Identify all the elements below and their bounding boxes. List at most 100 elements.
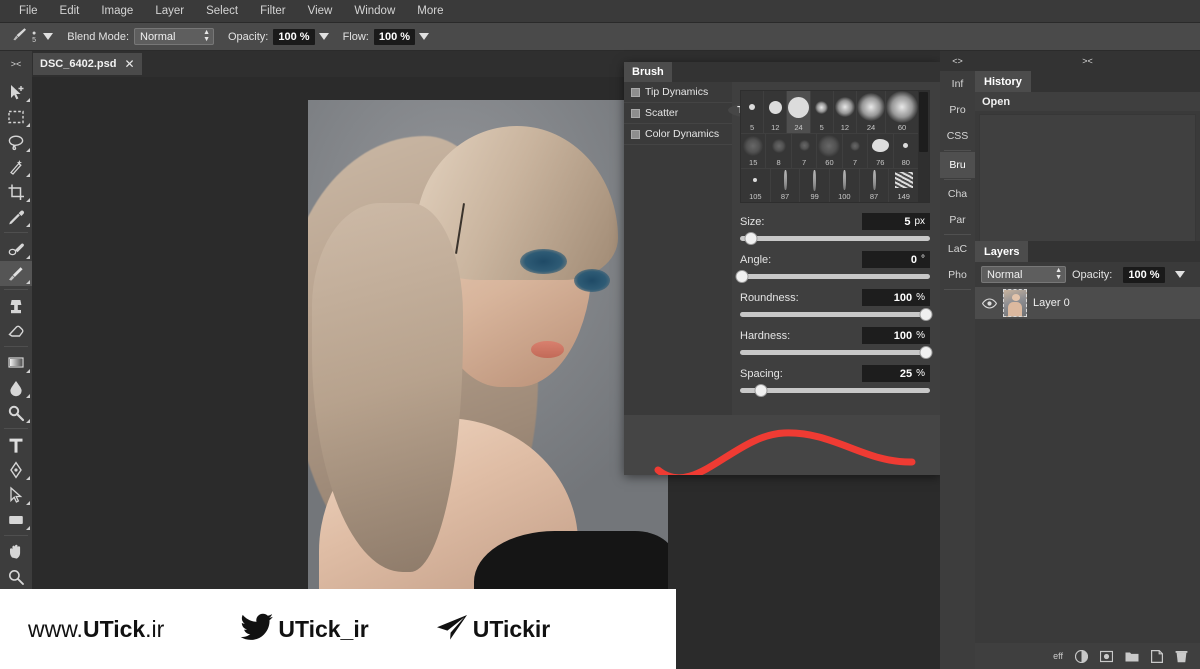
menu-item-window[interactable]: Window	[343, 2, 406, 20]
rail-tab-pho[interactable]: Pho	[940, 262, 975, 288]
tab-layers[interactable]: Layers	[975, 241, 1029, 262]
flow-chevron-down-icon[interactable]	[419, 33, 430, 40]
brush-preset-87-2-4[interactable]: 87	[860, 168, 890, 202]
brush-preset-12-0-1[interactable]: 12	[764, 91, 788, 133]
tab-brush[interactable]: Brush	[624, 62, 672, 82]
eye-icon[interactable]	[981, 297, 997, 309]
menu-item-layer[interactable]: Layer	[144, 2, 195, 20]
magic-wand-tool[interactable]	[0, 154, 32, 179]
brush-section-color-dynamics[interactable]: Color Dynamics	[624, 124, 732, 145]
brush-preset-60-0-6[interactable]: 60	[886, 91, 919, 133]
close-icon[interactable]: ✕	[124, 58, 134, 70]
pen-tool[interactable]	[0, 457, 32, 482]
rail-tab-cha[interactable]: Cha	[940, 181, 975, 207]
slider-size-value-box[interactable]: 5 px	[862, 213, 930, 230]
slider-size-track[interactable]	[740, 232, 930, 245]
opacity-chevron-down-icon[interactable]	[318, 33, 329, 40]
slider-spacing-knob[interactable]	[754, 384, 768, 397]
layer-mask-icon[interactable]	[1100, 650, 1113, 663]
brush-preset-24-0-2[interactable]: 24	[787, 91, 811, 133]
brush-preset-87-2-1[interactable]: 87	[771, 168, 801, 202]
menu-item-filter[interactable]: Filter	[249, 2, 297, 20]
blur-tool[interactable]	[0, 375, 32, 400]
layer-opacity-value[interactable]: 100 %	[1123, 266, 1165, 283]
brush-preset-76-1-5[interactable]: 76	[868, 134, 894, 168]
brush-preset-grid[interactable]: 5 12 24 5 12 24 60 15 8 7 60 7 76 80 105 87 99 100 87 149	[741, 91, 919, 203]
brush-preset-7-1-2[interactable]: 7	[792, 134, 818, 168]
dock-collapse-button[interactable]: ><	[975, 51, 1200, 71]
scrollbar-thumb[interactable]	[919, 92, 928, 152]
slider-angle-knob[interactable]	[735, 270, 749, 283]
brush-preset-7-1-4[interactable]: 7	[843, 134, 869, 168]
delete-layer-icon[interactable]	[1175, 650, 1188, 663]
blend-mode-select[interactable]: Normal ▲ ▼	[134, 28, 214, 45]
rail-tab-lac[interactable]: LaC	[940, 236, 975, 262]
menu-item-image[interactable]: Image	[90, 2, 144, 20]
new-layer-icon[interactable]	[1151, 649, 1163, 663]
brush-preset-80-1-6[interactable]: 80	[894, 134, 918, 168]
menu-item-edit[interactable]: Edit	[49, 2, 91, 20]
slider-roundness-value-box[interactable]: 100%	[862, 289, 930, 306]
brush-preset-100-2-3[interactable]: 100	[830, 168, 860, 202]
document-canvas[interactable]	[308, 100, 668, 613]
brush-section-tip-dynamics[interactable]: Tip Dynamics	[624, 82, 732, 103]
slider-roundness-track[interactable]	[740, 308, 933, 321]
layer-row[interactable]: Layer 0	[975, 287, 1200, 319]
history-item[interactable]: Open	[975, 92, 1200, 111]
rail-tab-pro[interactable]: Pro	[940, 97, 975, 123]
rail-tab-css[interactable]: CSS	[940, 123, 975, 149]
path-selection-tool[interactable]	[0, 482, 32, 507]
brush-preset-105-2-0[interactable]: 105	[741, 168, 771, 202]
eraser-tool[interactable]	[0, 318, 32, 343]
new-group-icon[interactable]	[1125, 650, 1139, 662]
menu-item-more[interactable]: More	[406, 2, 454, 20]
menu-item-file[interactable]: File	[8, 2, 49, 20]
brush-preset-5-0-3[interactable]: 5	[811, 91, 834, 133]
brush-tool[interactable]	[0, 261, 32, 286]
slider-spacing-track[interactable]	[740, 384, 930, 397]
brush-grid-scrollbar[interactable]	[918, 91, 929, 202]
shape-tool[interactable]	[0, 507, 32, 532]
checkbox[interactable]	[631, 129, 640, 139]
left-panel-collapse-button[interactable]: ><	[0, 51, 32, 77]
rail-tab-par[interactable]: Par	[940, 207, 975, 233]
brush-preset-60-1-3[interactable]: 60	[817, 134, 843, 168]
slider-angle-value-box[interactable]: 0 °	[862, 251, 930, 268]
menu-item-view[interactable]: View	[297, 2, 344, 20]
chevron-down-icon[interactable]	[43, 33, 54, 40]
flow-value[interactable]: 100 %	[373, 28, 416, 45]
rail-tab-bru[interactable]: Bru	[940, 152, 975, 178]
type-tool[interactable]	[0, 432, 32, 457]
brush-preset-12-0-4[interactable]: 12	[834, 91, 858, 133]
brush-size-stepper[interactable]: ● 5	[32, 30, 54, 44]
dodge-tool[interactable]	[0, 400, 32, 425]
brush-preset-24-0-5[interactable]: 24	[857, 91, 887, 133]
slider-spacing-value-box[interactable]: 25%	[862, 365, 930, 382]
slider-hardness-value-box[interactable]: 100%	[862, 327, 930, 344]
zoom-tool[interactable]	[0, 564, 32, 589]
slider-angle-track[interactable]	[735, 270, 930, 283]
layer-opacity-chevron-down-icon[interactable]	[1174, 271, 1185, 278]
checkbox[interactable]	[631, 108, 640, 118]
eyedropper-tool[interactable]	[0, 204, 32, 229]
brush-preset-149-2-5[interactable]: 149	[889, 169, 918, 203]
healing-brush-tool[interactable]	[0, 236, 32, 261]
crop-tool[interactable]	[0, 179, 32, 204]
brush-preset-15-1-0[interactable]: 15	[741, 134, 767, 168]
fx-icon[interactable]: eff	[1053, 651, 1063, 661]
rail-tab-inf[interactable]: Inf	[940, 71, 975, 97]
slider-hardness-knob[interactable]	[919, 346, 933, 359]
gradient-tool[interactable]	[0, 350, 32, 375]
dock-rail-expand-button[interactable]: <>	[940, 51, 975, 71]
lasso-tool[interactable]	[0, 129, 32, 154]
clone-stamp-tool[interactable]	[0, 293, 32, 318]
adjustment-layer-icon[interactable]	[1075, 649, 1088, 663]
slider-hardness-track[interactable]	[740, 346, 933, 359]
layer-blend-mode-select[interactable]: Normal ▲ ▼	[981, 266, 1066, 283]
document-tab[interactable]: DSC_6402.psd ✕	[33, 53, 142, 75]
slider-roundness-knob[interactable]	[919, 308, 933, 321]
opacity-value[interactable]: 100 %	[273, 28, 315, 45]
brush-preset-5-0-0[interactable]: 5	[741, 91, 765, 133]
brush-preset-99-2-2[interactable]: 99	[800, 168, 831, 202]
tab-history[interactable]: History	[975, 71, 1031, 92]
